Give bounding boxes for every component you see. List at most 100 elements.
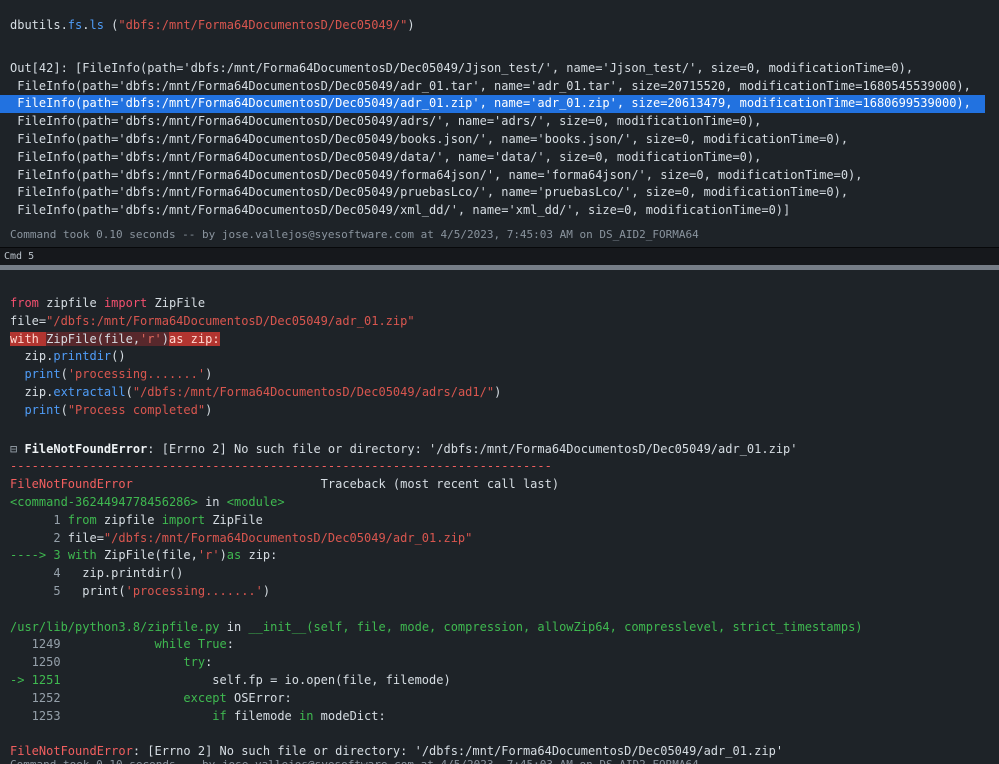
cmd-strip: Cmd 5 <box>0 247 999 265</box>
token-fn: printdir <box>53 349 111 363</box>
token-grn: ----> 3 <box>10 548 61 562</box>
output-line: Out[42]: [FileInfo(path='dbfs:/mnt/Forma… <box>0 60 999 78</box>
token-str: "/dbfs:/mnt/Forma64DocumentosD/Dec05049/… <box>104 531 472 545</box>
token-p: file= <box>68 531 104 545</box>
token-kw: from <box>10 296 39 310</box>
token-grn: <command-3624494778456286> <box>10 495 198 509</box>
cell4-output[interactable]: Out[42]: [FileInfo(path='dbfs:/mnt/Forma… <box>0 60 999 220</box>
token-p: zip. <box>10 385 53 399</box>
token-grn: with <box>68 548 97 562</box>
code-line: print("Process completed") <box>0 402 999 420</box>
output-line: FileInfo(path='dbfs:/mnt/Forma64Document… <box>0 202 999 220</box>
token-p: in <box>220 620 249 634</box>
cell5-code-editor[interactable]: from zipfile import ZipFilefile="/dbfs:/… <box>0 295 999 420</box>
token-dim: 1252 <box>10 691 68 705</box>
token-p <box>68 637 155 651</box>
token-p <box>191 637 198 651</box>
token-str: "Process completed" <box>68 403 205 417</box>
cell-separator: Cmd 5 <box>0 247 999 270</box>
error-line: ⊟ FileNotFoundError: [Errno 2] No such f… <box>0 441 999 459</box>
token-grn: /usr/lib/python3.8/zipfile.py <box>10 620 220 634</box>
error-line <box>0 725 999 743</box>
token-p: ZipFile(file, <box>97 548 198 562</box>
error-line: /usr/lib/python3.8/zipfile.py in __init_… <box>0 619 999 637</box>
token-fn: print <box>24 367 60 381</box>
token-p: ZipFile <box>205 513 263 527</box>
token-p: dbutils. <box>10 18 68 32</box>
command-cell-4: dbutils.fs.ls ("dbfs:/mnt/Forma64Documen… <box>0 0 999 242</box>
token-hlBs: 'r' <box>140 332 162 346</box>
token-dim: 4 <box>10 566 68 580</box>
token-p: ( <box>61 367 68 381</box>
error-line: 1253 if filemode in modeDict: <box>0 708 999 726</box>
cmd-5-label: Cmd 5 <box>4 251 34 262</box>
token-grn: as <box>227 548 241 562</box>
output-line: FileInfo(path='dbfs:/mnt/Forma64Document… <box>0 113 999 131</box>
token-dim: 5 <box>10 584 68 598</box>
token-str: 'processing.......' <box>68 367 205 381</box>
code-line: dbutils.fs.ls ("dbfs:/mnt/Forma64Documen… <box>0 17 999 35</box>
token-p: filemode <box>227 709 299 723</box>
token-dim: 1253 <box>10 709 68 723</box>
token-hlB: ZipFile(file, <box>46 332 140 346</box>
token-p: : <box>227 637 234 651</box>
error-line: <command-3624494778456286> in <module> <box>0 494 999 512</box>
token-hlB: ) <box>162 332 169 346</box>
token-p: ) <box>220 548 227 562</box>
token-p: file= <box>10 314 46 328</box>
token-grn: <module> <box>227 495 285 509</box>
output-line: FileInfo(path='dbfs:/mnt/Forma64Document… <box>0 131 999 149</box>
code-line: from zipfile import ZipFile <box>0 295 999 313</box>
token-err: FileNotFoundError <box>10 477 133 491</box>
cell4-command-footer: Command took 0.10 seconds -- by jose.val… <box>0 227 999 242</box>
token-err: FileNotFoundError <box>10 744 133 758</box>
token-grn: import <box>162 513 205 527</box>
cell5-error-output[interactable]: ⊟ FileNotFoundError: [Errno 2] No such f… <box>0 441 999 761</box>
error-line: 1252 except OSError: <box>0 690 999 708</box>
token-p: FileInfo(path='dbfs:/mnt/Forma64Document… <box>10 132 848 146</box>
token-grn: in <box>299 709 313 723</box>
token-p: FileInfo(path='dbfs:/mnt/Forma64Document… <box>10 96 971 110</box>
token-str: "/dbfs:/mnt/Forma64DocumentosD/Dec05049/… <box>46 314 414 328</box>
token-p: ( <box>126 385 133 399</box>
token-p <box>10 726 17 740</box>
cell4-code-editor[interactable]: dbutils.fs.ls ("dbfs:/mnt/Forma64Documen… <box>0 0 999 35</box>
token-p: zip. <box>10 349 53 363</box>
token-p <box>10 367 24 381</box>
token-grn: except <box>183 691 226 705</box>
token-p: FileInfo(path='dbfs:/mnt/Forma64Document… <box>10 185 848 199</box>
token-err: ----------------------------------------… <box>10 459 552 473</box>
token-dim: 1 <box>10 513 68 527</box>
token-p: ) <box>407 18 414 32</box>
token-p: ) <box>205 367 212 381</box>
error-line: 1250 try: <box>0 654 999 672</box>
collapse-results-icon[interactable]: ⊟ <box>10 442 24 456</box>
token-grn: from <box>68 513 97 527</box>
code-line: with ZipFile(file,'r')as zip: <box>0 331 999 349</box>
token-p <box>10 403 24 417</box>
token-p <box>61 548 68 562</box>
token-p: : <box>205 655 212 669</box>
token-str: 'processing.......' <box>126 584 263 598</box>
token-grn: True <box>198 637 227 651</box>
token-dim: 1250 <box>10 655 68 669</box>
token-p: in <box>198 495 227 509</box>
error-line: 1249 while True: <box>0 636 999 654</box>
token-grn: while <box>155 637 191 651</box>
token-p <box>68 691 184 705</box>
token-kw: import <box>104 296 147 310</box>
cell-divider-handle[interactable] <box>0 265 999 270</box>
token-str: 'r' <box>198 548 220 562</box>
token-p: self.fp = io.open(file, filemode) <box>61 673 451 687</box>
token-p: FileInfo(path='dbfs:/mnt/Forma64Document… <box>10 150 761 164</box>
token-str: "/dbfs:/mnt/Forma64DocumentosD/Dec05049/… <box>133 385 494 399</box>
token-p: : [Errno 2] No such file or directory: '… <box>147 442 797 456</box>
error-line: ----> 3 with ZipFile(file,'r')as zip: <box>0 547 999 565</box>
token-p <box>10 602 17 616</box>
error-line: 2 file="/dbfs:/mnt/Forma64DocumentosD/De… <box>0 530 999 548</box>
token-p <box>68 709 213 723</box>
token-b: FileNotFoundError <box>24 442 147 456</box>
token-p: FileInfo(path='dbfs:/mnt/Forma64Document… <box>10 79 971 93</box>
code-line: zip.extractall("/dbfs:/mnt/Forma64Docume… <box>0 384 999 402</box>
token-p: FileInfo(path='dbfs:/mnt/Forma64Document… <box>10 168 863 182</box>
